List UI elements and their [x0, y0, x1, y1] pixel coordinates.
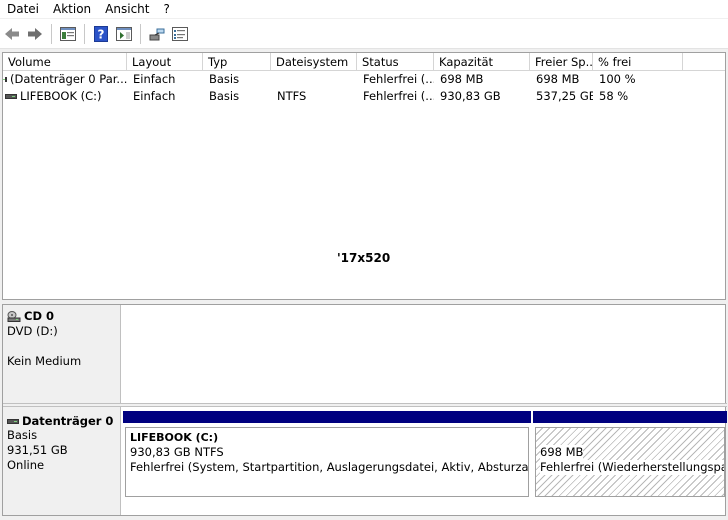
column-header-typ[interactable]: Typ	[203, 53, 271, 71]
partition-c-size: 930,83 GB NTFS	[130, 445, 224, 459]
back-arrow-icon[interactable]	[2, 24, 22, 44]
svg-text:?: ?	[98, 27, 105, 41]
partition-c-box[interactable]: LIFEBOOK (C:) 930,83 GB NTFS Fehlerfrei …	[125, 427, 529, 497]
volume-name: (Datenträger 0 Par...	[10, 72, 127, 86]
column-header-kapazitaet[interactable]: Kapazität	[434, 53, 530, 71]
disk0-title: Datenträger 0	[22, 414, 114, 428]
column-header-status[interactable]: Status	[357, 53, 434, 71]
cd0-title: CD 0	[24, 309, 54, 323]
help-icon[interactable]: ?	[91, 24, 111, 44]
type-value: Basis	[209, 89, 240, 103]
partition-c[interactable]: LIFEBOOK (C:) 930,83 GB NTFS Fehlerfrei …	[123, 411, 531, 503]
filesystem-value: NTFS	[277, 89, 307, 103]
column-header-freier-speicher[interactable]: Freier Sp...	[530, 53, 593, 71]
menu-help[interactable]: ?	[156, 0, 176, 18]
disk0-state: Online	[7, 458, 45, 472]
menu-datei[interactable]: Datei	[0, 0, 46, 18]
partition-bar	[123, 411, 531, 423]
disk-graphical-view: CD 0 DVD (D:) Kein Medium Datenträger 0 …	[2, 304, 727, 516]
free-space-value: 698 MB	[536, 72, 580, 86]
action-pane-icon[interactable]	[114, 24, 134, 44]
partition-recovery[interactable]: 698 MB Fehlerfrei (Wiederherstellungspar…	[533, 411, 727, 503]
volume-icon	[5, 94, 17, 99]
volume-list-header: Volume Layout Typ Dateisystem Status Kap…	[3, 53, 725, 71]
disk-drive-icon	[7, 418, 19, 424]
console-tree-icon[interactable]	[58, 24, 78, 44]
table-row[interactable]: LIFEBOOK (C:) Einfach Basis NTFS Fehlerf…	[3, 88, 725, 105]
column-header-layout[interactable]: Layout	[127, 53, 203, 71]
disk0-size: 931,51 GB	[7, 443, 68, 457]
disk0-type: Basis	[7, 428, 38, 442]
layout-value: Einfach	[133, 72, 176, 86]
partition-recovery-box[interactable]: 698 MB Fehlerfrei (Wiederherstellungspar…	[535, 427, 725, 497]
toolbar-separator	[84, 23, 85, 44]
dimension-overlay-text: '17x520	[337, 251, 391, 265]
menu-ansicht[interactable]: Ansicht	[98, 0, 156, 18]
cd0-media-status: Kein Medium	[7, 354, 82, 368]
column-header-volume[interactable]: Volume	[3, 53, 127, 71]
free-space-value: 537,25 GB	[536, 89, 593, 103]
menu-bar: Datei Aktion Ansicht ?	[0, 0, 728, 18]
layout-value: Einfach	[133, 89, 176, 103]
status-value: Fehlerfrei (...	[363, 72, 434, 86]
partition-bar	[533, 411, 727, 423]
partition-recovery-size: 698 MB	[540, 445, 584, 460]
status-value: Fehlerfrei (...	[363, 89, 434, 103]
toolbar-separator	[140, 23, 141, 44]
capacity-value: 930,83 GB	[440, 89, 501, 103]
menu-aktion[interactable]: Aktion	[46, 0, 98, 18]
filesystem-value	[271, 71, 357, 88]
cd0-label[interactable]: CD 0 DVD (D:) Kein Medium	[3, 305, 121, 403]
volume-icon	[3, 77, 7, 82]
forward-arrow-icon[interactable]	[25, 24, 45, 44]
column-header-dateisystem[interactable]: Dateisystem	[271, 53, 357, 71]
percent-free-value: 58 %	[599, 89, 629, 103]
disk0-label[interactable]: Datenträger 0 Basis 931,51 GB Online	[3, 407, 121, 515]
volume-name: LIFEBOOK (C:)	[20, 89, 102, 103]
partition-c-name: LIFEBOOK (C:)	[130, 431, 219, 444]
properties-icon[interactable]	[170, 24, 190, 44]
volume-list: Volume Layout Typ Dateisystem Status Kap…	[2, 52, 726, 300]
cd-drive-icon	[7, 310, 21, 322]
type-value: Basis	[209, 72, 240, 86]
partition-c-status: Fehlerfrei (System, Startpartition, Ausl…	[130, 460, 529, 474]
toolbar: ?	[0, 19, 728, 49]
table-row[interactable]: (Datenträger 0 Par... Einfach Basis Fehl…	[3, 71, 725, 88]
column-header-prozent-frei[interactable]: % frei	[593, 53, 683, 71]
partition-recovery-status: Fehlerfrei (Wiederherstellungspartition)	[540, 460, 724, 475]
percent-free-value: 100 %	[599, 72, 636, 86]
cd0-drive: DVD (D:)	[7, 324, 58, 338]
toolbar-separator	[51, 23, 52, 44]
capacity-value: 698 MB	[440, 72, 484, 86]
connect-icon[interactable]	[147, 24, 167, 44]
